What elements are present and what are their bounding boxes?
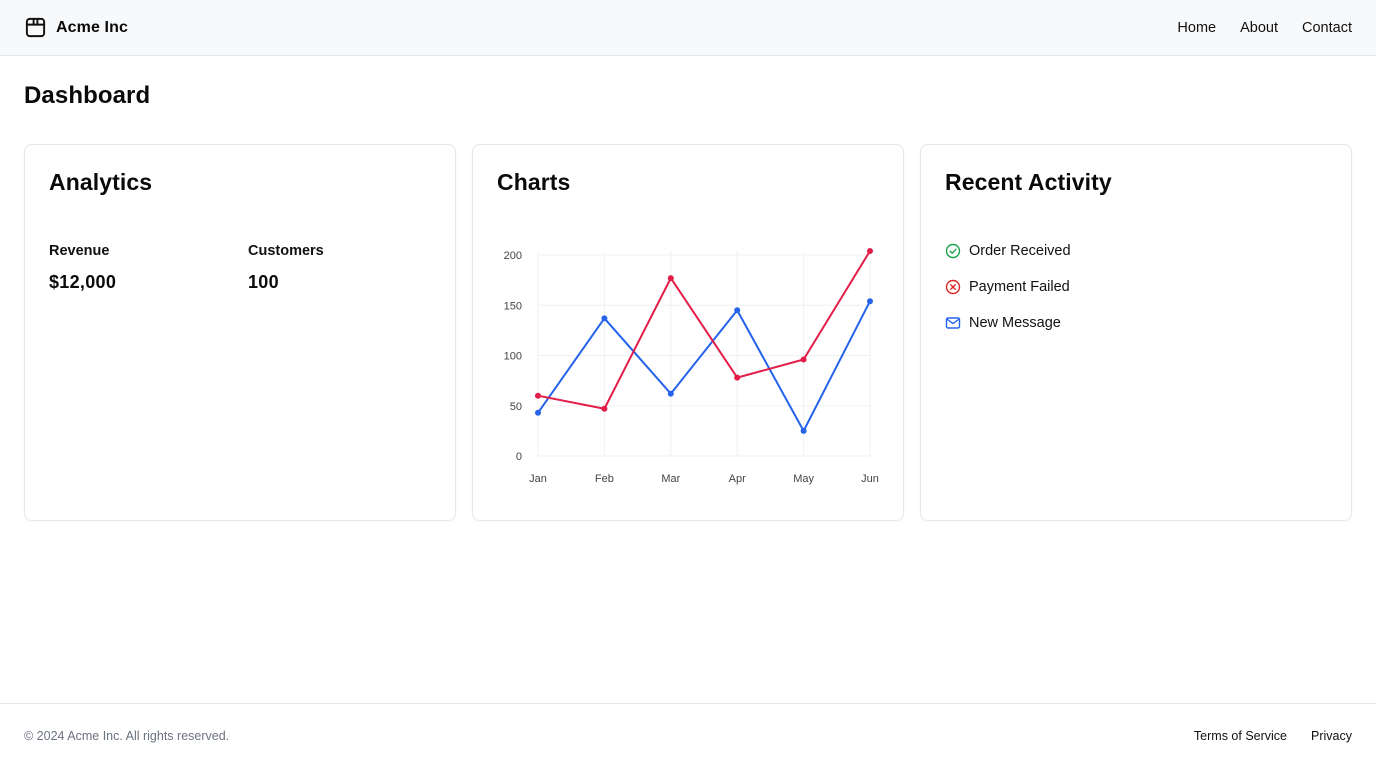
data-point[interactable] [734, 374, 741, 381]
data-point[interactable] [867, 298, 873, 305]
mail-icon [945, 315, 961, 331]
x-tick-label: May [793, 473, 814, 485]
y-tick-label: 150 [504, 300, 522, 312]
charts-card: Charts 0 50 100 150 200 Jan Feb Mar Apr May Jun [472, 144, 904, 521]
activity-item-new-message[interactable]: New Message [945, 313, 1071, 333]
footer-links: Terms of Service Privacy [1194, 729, 1352, 743]
recent-activity-title: Recent Activity [945, 169, 1112, 195]
revenue-metric: Revenue $12,000 [49, 243, 116, 293]
chart-x-axis: Jan Feb Mar Apr May Jun [529, 473, 879, 485]
y-tick-label: 0 [516, 451, 522, 463]
brand-link[interactable]: Acme Inc [24, 16, 128, 39]
copyright-text: © 2024 Acme Inc. All rights reserved. [24, 729, 230, 743]
package-icon [24, 16, 47, 39]
revenue-value: $12,000 [49, 272, 117, 292]
customers-label: Customers [248, 243, 324, 259]
nav-home-link[interactable]: Home [1177, 20, 1216, 36]
activity-item-payment-failed[interactable]: Payment Failed [945, 277, 1071, 297]
series-line-1 [537, 300, 871, 432]
main-nav: Home About Contact [1177, 20, 1352, 36]
activity-list: Order Received Payment Failed New Messag… [945, 241, 1071, 349]
activity-label: Order Received [969, 243, 1071, 259]
nav-about-link[interactable]: About [1240, 20, 1278, 36]
data-point[interactable] [535, 392, 541, 399]
revenue-label: Revenue [49, 243, 110, 259]
privacy-link[interactable]: Privacy [1311, 729, 1352, 743]
analytics-card-title: Analytics [49, 169, 153, 195]
data-point[interactable] [601, 315, 608, 322]
analytics-card: Analytics Revenue $12,000 Customers 100 [24, 144, 456, 521]
activity-label: New Message [969, 315, 1061, 331]
page-title: Dashboard [24, 82, 151, 109]
top-navbar: Acme Inc Home About Contact [0, 0, 1376, 56]
activity-item-order-received[interactable]: Order Received [945, 241, 1071, 261]
x-tick-label: Mar [661, 473, 680, 485]
data-point[interactable] [867, 247, 873, 254]
y-tick-label: 50 [510, 401, 522, 413]
y-tick-label: 200 [504, 250, 522, 262]
terms-of-service-link[interactable]: Terms of Service [1194, 729, 1287, 743]
page-footer: © 2024 Acme Inc. All rights reserved. Te… [0, 703, 1376, 768]
data-point[interactable] [667, 275, 674, 282]
x-tick-label: Jun [861, 473, 879, 485]
x-circle-icon [945, 279, 961, 295]
data-point[interactable] [800, 427, 807, 434]
data-point[interactable] [535, 409, 541, 416]
activity-label: Payment Failed [969, 279, 1070, 295]
data-point[interactable] [734, 307, 741, 314]
series-line-2 [537, 250, 871, 410]
x-tick-label: Feb [595, 473, 614, 485]
data-point[interactable] [601, 405, 608, 412]
y-tick-label: 100 [504, 351, 522, 363]
brand-name: Acme Inc [56, 18, 128, 36]
data-point[interactable] [667, 390, 674, 397]
recent-activity-card: Recent Activity Order Received Payment F… [920, 144, 1352, 521]
chart-y-axis: 0 50 100 150 200 [504, 250, 522, 463]
data-point[interactable] [800, 356, 807, 363]
customers-metric: Customers 100 [248, 243, 324, 293]
line-chart: 0 50 100 150 200 Jan Feb Mar Apr May Jun [504, 247, 879, 485]
nav-contact-link[interactable]: Contact [1302, 20, 1352, 36]
x-tick-label: Apr [729, 473, 746, 485]
check-circle-icon [945, 243, 961, 259]
x-tick-label: Jan [529, 473, 547, 485]
customers-value: 100 [248, 272, 279, 292]
